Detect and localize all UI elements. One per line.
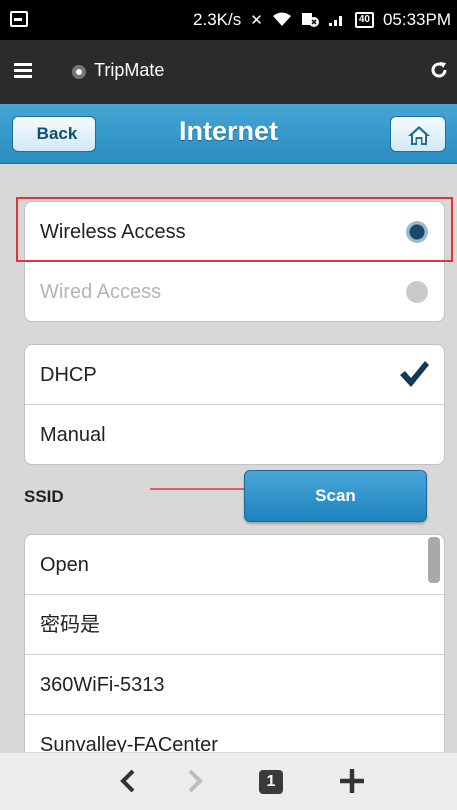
option-label: DHCP — [40, 364, 97, 386]
wifi-icon — [272, 11, 292, 30]
wired-access-option[interactable]: Wired Access — [25, 262, 444, 321]
home-button[interactable] — [390, 116, 446, 152]
clock: 05:33PM — [382, 10, 451, 29]
network-speed: 2.3K/s — [193, 10, 242, 29]
screenshot-icon — [10, 11, 28, 27]
back-arrow-icon[interactable] — [115, 763, 139, 799]
list-item[interactable]: 360WiFi-5313 — [25, 655, 444, 715]
ssid-label: SSID — [24, 487, 64, 506]
back-button[interactable]: Back — [12, 116, 96, 152]
list-item[interactable]: Open — [25, 535, 444, 595]
page-header: Back Internet — [0, 104, 457, 164]
scan-button[interactable]: Scan — [244, 470, 427, 522]
data-off-icon — [301, 11, 319, 30]
checkmark-icon — [400, 361, 429, 387]
scrollbar[interactable] — [428, 537, 440, 583]
radio-unselected-icon — [406, 281, 428, 303]
manual-option[interactable]: Manual — [25, 405, 444, 464]
browser-title: TripMate — [94, 60, 165, 80]
ssid-list: Open 密码是 360WiFi-5313 Sunvalley-FACenter — [24, 534, 445, 764]
bottom-nav: 1 — [0, 752, 457, 810]
home-icon — [408, 126, 430, 145]
forward-arrow-icon[interactable] — [184, 763, 208, 799]
new-tab-icon[interactable] — [338, 763, 366, 799]
signal-icon — [328, 11, 346, 30]
option-label: Manual — [40, 424, 106, 446]
tabs-button[interactable]: 1 — [259, 770, 283, 794]
ip-mode-group: DHCP Manual — [24, 344, 445, 465]
list-item[interactable]: 密码是 — [25, 595, 444, 655]
menu-icon[interactable] — [14, 63, 32, 79]
site-icon — [72, 65, 86, 79]
mute-icon: ✕ — [250, 11, 263, 29]
battery-icon: 40 — [354, 12, 374, 28]
reload-icon[interactable] — [429, 60, 449, 86]
browser-bar: TripMate — [0, 40, 457, 104]
status-bar: 2.3K/s ✕ 40 05:33PM — [0, 0, 457, 40]
option-label: Wired Access — [40, 281, 162, 303]
dhcp-option[interactable]: DHCP — [25, 345, 444, 405]
highlight-box — [16, 197, 453, 262]
